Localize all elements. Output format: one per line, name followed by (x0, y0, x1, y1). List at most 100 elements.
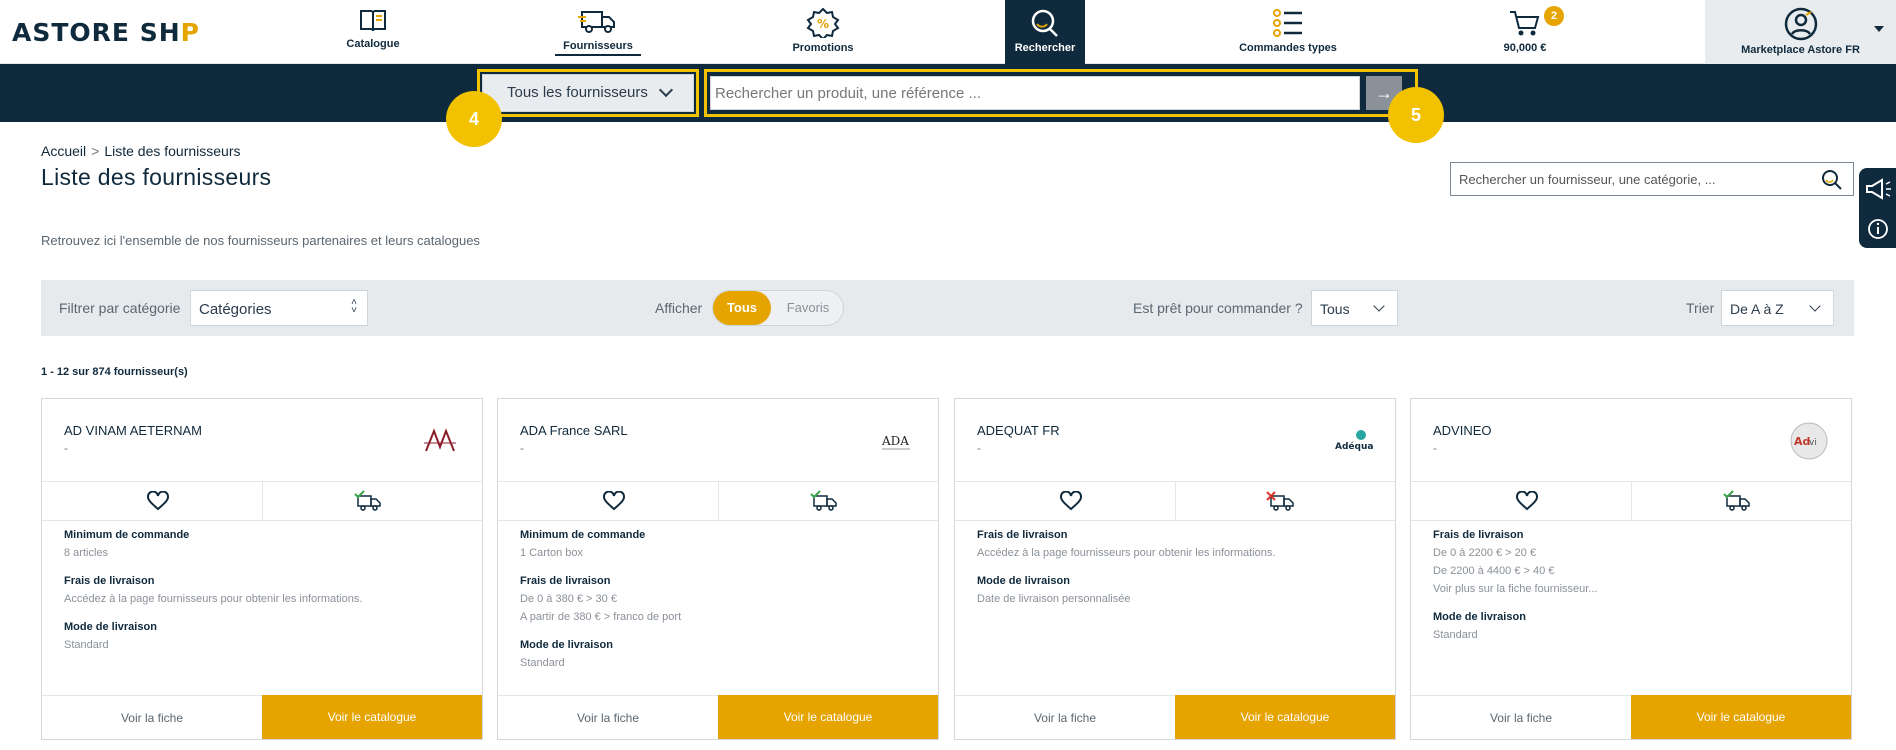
book-icon (360, 10, 386, 32)
ready-select-value: Tous (1320, 301, 1350, 317)
sort-arrows-icon: ˄ ˅ (351, 297, 357, 316)
info-heading: Minimum de commande (64, 529, 190, 541)
toggle-favorites[interactable]: Favoris (779, 291, 837, 325)
card-actions-row (42, 481, 482, 521)
toggle-all[interactable]: Tous (713, 291, 771, 325)
supplier-search-placeholder: Rechercher un fournisseur, une catégorie… (1459, 172, 1716, 187)
intro-text: Retrouvez ici l'ensemble de nos fourniss… (41, 233, 480, 248)
card-info: Frais de livraison De 0 à 2200 € > 20 € De… (1433, 529, 1833, 657)
supplier-name[interactable]: ADVINEO (1433, 423, 1492, 438)
view-sheet-button[interactable]: Voir la fiche (1411, 695, 1631, 739)
supplier-subtitle: - (1433, 441, 1437, 455)
breadcrumb-current: Liste des fournisseurs (104, 143, 241, 159)
info-value: Accédez à la page fournisseurs pour obte… (977, 547, 1276, 559)
truck-icon (578, 11, 615, 33)
account-menu[interactable]: Marketplace Astore FR (1705, 0, 1896, 64)
show-label: Afficher (655, 300, 703, 316)
svg-text:vi: vi (1809, 438, 1817, 448)
product-search-input[interactable] (710, 76, 1360, 110)
supplier-card: ADA France SARL - ADA Minimum de command… (497, 398, 939, 740)
sort-select[interactable]: De A à Z (1721, 290, 1834, 326)
search-icon (1031, 9, 1058, 37)
view-catalogue-button[interactable]: Voir le catalogue (262, 695, 482, 739)
svg-text:%: % (817, 17, 829, 31)
sort-label: Trier (1686, 300, 1715, 316)
nav-commandes-types[interactable]: Commandes types (1230, 0, 1346, 64)
info-value: Standard (520, 657, 565, 669)
info-heading: Mode de livraison (1433, 611, 1526, 623)
supplier-logo: ADA (881, 434, 910, 450)
nav-label: Fournisseurs (555, 40, 641, 56)
view-sheet-button[interactable]: Voir la fiche (42, 695, 262, 739)
card-info: Minimum de commande 8 articles Frais de l… (64, 529, 464, 667)
nav-label: Rechercher (1014, 42, 1076, 54)
supplier-search-input[interactable]: Rechercher un fournisseur, une catégorie… (1450, 162, 1854, 196)
heart-icon[interactable] (1060, 491, 1082, 511)
delivery-truck-check-icon (354, 490, 381, 511)
view-catalogue-button[interactable]: Voir le catalogue (1631, 695, 1851, 739)
view-sheet-button[interactable]: Voir la fiche (955, 695, 1175, 739)
card-info: Minimum de commande 1 Carton box Frais de… (520, 529, 920, 685)
supplier-card: AD VINAM AETERNAM - Minimum de commande 8… (41, 398, 483, 740)
heart-icon[interactable] (603, 491, 625, 511)
chevron-down-icon (658, 82, 674, 98)
info-heading: Frais de livraison (64, 575, 155, 587)
logo[interactable]: ASTORE SHP (12, 18, 200, 47)
supplier-card: ADVINEO - Ad vi Frais de livraison De 0 à … (1410, 398, 1852, 740)
ready-select[interactable]: Tous (1311, 290, 1398, 326)
card-buttons: Voir la fiche Voir le catalogue (955, 695, 1395, 739)
info-value: 1 Carton box (520, 547, 583, 559)
info-value: 8 articles (64, 547, 109, 559)
view-sheet-button[interactable]: Voir la fiche (498, 695, 718, 739)
info-heading: Frais de livraison (520, 575, 611, 587)
megaphone-icon[interactable] (1863, 178, 1893, 200)
nav-label: Catalogue (346, 38, 400, 50)
supplier-name[interactable]: AD VINAM AETERNAM (64, 423, 202, 438)
info-value: De 2200 à 4400 € > 40 € (1433, 565, 1555, 577)
info-icon[interactable] (1867, 218, 1889, 240)
nav-catalogue[interactable]: Catalogue (330, 0, 416, 64)
filter-bar: Filtrer par catégorie Catégories ˄ ˅ Affi… (41, 280, 1854, 336)
view-catalogue-button[interactable]: Voir le catalogue (1175, 695, 1395, 739)
nav-promotions[interactable]: % Promotions (775, 0, 871, 64)
svg-text:Adéquat.: Adéquat. (1335, 441, 1373, 452)
cart-icon (1510, 11, 1540, 36)
chevron-down-icon (1373, 300, 1385, 312)
heart-icon[interactable] (147, 491, 169, 511)
breadcrumb-home[interactable]: Accueil (41, 143, 86, 159)
info-heading: Mode de livraison (64, 621, 157, 633)
supplier-name[interactable]: ADEQUAT FR (977, 423, 1060, 438)
supplier-logo: Advi (1790, 422, 1828, 460)
info-heading: Minimum de commande (520, 529, 646, 541)
search-icon[interactable] (1821, 169, 1843, 191)
view-catalogue-button[interactable]: Voir le catalogue (718, 695, 938, 739)
supplier-scope-value: Tous les fournisseurs (507, 84, 648, 101)
supplier-subtitle: - (977, 441, 981, 455)
info-value: Accédez à la page fournisseurs pour obte… (64, 593, 363, 605)
delivery-truck-check-icon (1723, 490, 1750, 511)
supplier-scope-select[interactable]: Tous les fournisseurs (482, 74, 694, 112)
svg-text:Ad: Ad (1794, 435, 1810, 448)
side-feedback-panel[interactable] (1859, 168, 1896, 248)
chevron-down-icon (1809, 300, 1821, 312)
cart-total: 90,000 € (1503, 42, 1547, 54)
step-marker: 4 (446, 91, 502, 147)
nav-label: Promotions (792, 42, 854, 54)
chevron-down-icon (1874, 26, 1884, 32)
show-toggle: Tous Favoris (712, 290, 844, 326)
supplier-name[interactable]: ADA France SARL (520, 423, 628, 438)
category-filter-label: Filtrer par catégorie (59, 300, 181, 316)
info-value[interactable]: Voir plus sur la fiche fournisseur... (1433, 583, 1833, 595)
nav-fournisseurs[interactable]: Fournisseurs (555, 0, 641, 64)
ready-label: Est prêt pour commander ? (1133, 300, 1303, 316)
cart-count-badge: 2 (1544, 6, 1564, 26)
nav-label: Commandes types (1239, 42, 1337, 54)
nav-cart[interactable]: 2 90,000 € (1490, 0, 1564, 64)
sort-select-value: De A à Z (1730, 301, 1784, 317)
category-select[interactable]: Catégories ˄ ˅ (190, 290, 368, 326)
nav-rechercher[interactable]: Rechercher (1005, 0, 1085, 64)
info-value: A partir de 380 € > franco de port (520, 611, 682, 623)
heart-icon[interactable] (1516, 491, 1538, 511)
info-value: Standard (1433, 629, 1478, 641)
svg-text:ADA: ADA (881, 434, 909, 448)
